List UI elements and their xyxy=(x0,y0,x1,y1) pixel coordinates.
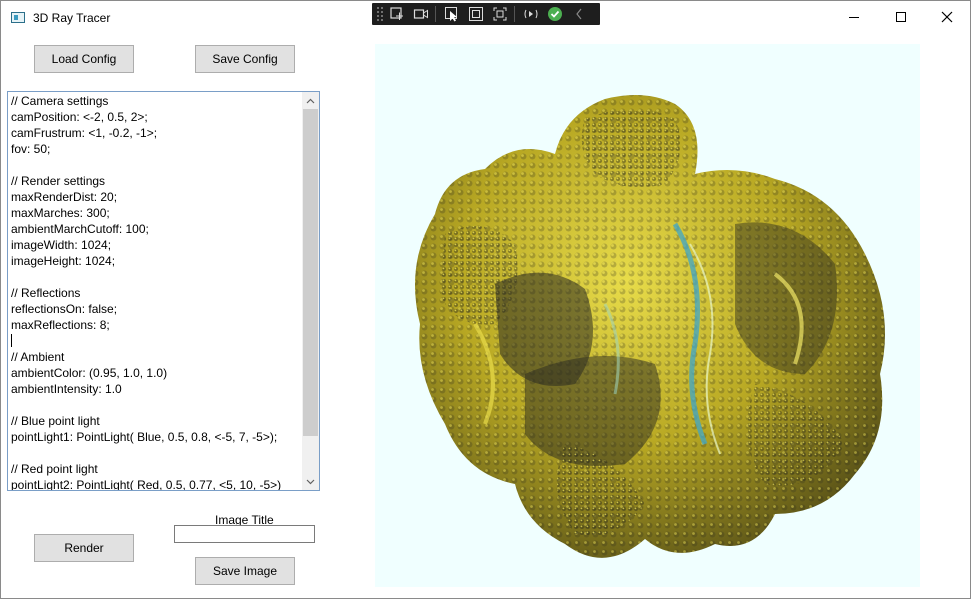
editor-line xyxy=(11,333,301,349)
status-button[interactable] xyxy=(544,4,566,24)
scroll-up-button[interactable] xyxy=(302,92,319,109)
editor-line: maxRenderDist: 20; xyxy=(11,190,118,204)
editor-line: // Render settings xyxy=(11,174,106,188)
editor-line: fov: 50; xyxy=(11,142,51,156)
editor-line: // Camera settings xyxy=(11,94,109,108)
video-icon xyxy=(413,9,428,19)
config-text: // Camera settings camPosition: <-2, 0.5,… xyxy=(11,93,301,491)
maximize-icon xyxy=(896,12,906,22)
checkmark-icon xyxy=(548,7,562,21)
editor-line: imageHeight: 1024; xyxy=(11,254,116,268)
editor-line: maxReflections: 8; xyxy=(11,318,110,332)
render-output-image xyxy=(375,44,920,587)
chevron-down-icon xyxy=(306,479,315,484)
editor-scrollbar[interactable] xyxy=(302,92,319,490)
app-icon xyxy=(11,12,25,23)
pointer-button[interactable] xyxy=(441,4,463,24)
grip-icon[interactable] xyxy=(376,6,384,22)
chevron-up-icon xyxy=(306,98,315,103)
editor-line: camPosition: <-2, 0.5, 2>; xyxy=(11,110,148,124)
render-button[interactable]: Render xyxy=(34,534,134,562)
hot-reload-icon xyxy=(524,9,538,19)
editor-line: pointLight1: PointLight( Blue, 0.5, 0.8,… xyxy=(11,430,278,444)
close-icon xyxy=(941,11,953,23)
toolbar-separator xyxy=(514,6,515,22)
minimize-icon xyxy=(849,17,859,18)
load-config-button[interactable]: Load Config xyxy=(34,45,134,73)
layout-adorner-button[interactable] xyxy=(465,4,487,24)
close-button[interactable] xyxy=(924,1,970,33)
editor-line: imageWidth: 1024; xyxy=(11,238,112,252)
editor-line: ambientIntensity: 1.0 xyxy=(11,382,122,396)
save-config-button[interactable]: Save Config xyxy=(195,45,295,73)
toolbar-separator xyxy=(435,6,436,22)
editor-line: // Blue point light xyxy=(11,414,100,428)
minimize-button[interactable] xyxy=(831,1,877,33)
editor-line: // Reflections xyxy=(11,286,81,300)
editor-line: ambientMarchCutoff: 100; xyxy=(11,222,149,236)
config-editor[interactable]: // Camera settings camPosition: <-2, 0.5,… xyxy=(7,91,320,491)
hot-reload-button[interactable] xyxy=(520,4,542,24)
scroll-down-button[interactable] xyxy=(302,473,319,490)
track-focus-icon xyxy=(493,7,507,21)
window-title: 3D Ray Tracer xyxy=(33,11,111,25)
layout-adorner-icon xyxy=(469,7,483,21)
editor-line: camFrustrum: <1, -0.2, -1>; xyxy=(11,126,158,140)
editor-line: maxMarches: 300; xyxy=(11,206,110,220)
fractal-render xyxy=(415,95,885,558)
collapse-chevron-icon xyxy=(576,8,582,20)
scroll-thumb[interactable] xyxy=(303,109,318,436)
maximize-button[interactable] xyxy=(878,1,924,33)
select-element-button[interactable] xyxy=(386,4,408,24)
editor-line: // Red point light xyxy=(11,462,98,476)
video-button[interactable] xyxy=(410,4,432,24)
editor-line: reflectionsOn: false; xyxy=(11,302,118,316)
track-focus-button[interactable] xyxy=(489,4,511,24)
text-caret xyxy=(11,334,12,347)
image-title-input[interactable] xyxy=(174,525,315,543)
editor-line: // Ambient xyxy=(11,350,65,364)
save-image-button[interactable]: Save Image xyxy=(195,557,295,585)
xaml-debug-toolbar xyxy=(372,3,600,25)
editor-line: pointLight2: PointLight( Red, 0.5, 0.77,… xyxy=(11,478,282,491)
app-window: 3D Ray Tracer Load Config Save Config //… xyxy=(0,0,971,599)
select-element-icon xyxy=(390,7,403,20)
collapse-toolbar-button[interactable] xyxy=(568,4,590,24)
editor-line: ambientColor: (0.95, 1.0, 1.0) xyxy=(11,366,168,380)
pointer-icon xyxy=(445,7,457,22)
